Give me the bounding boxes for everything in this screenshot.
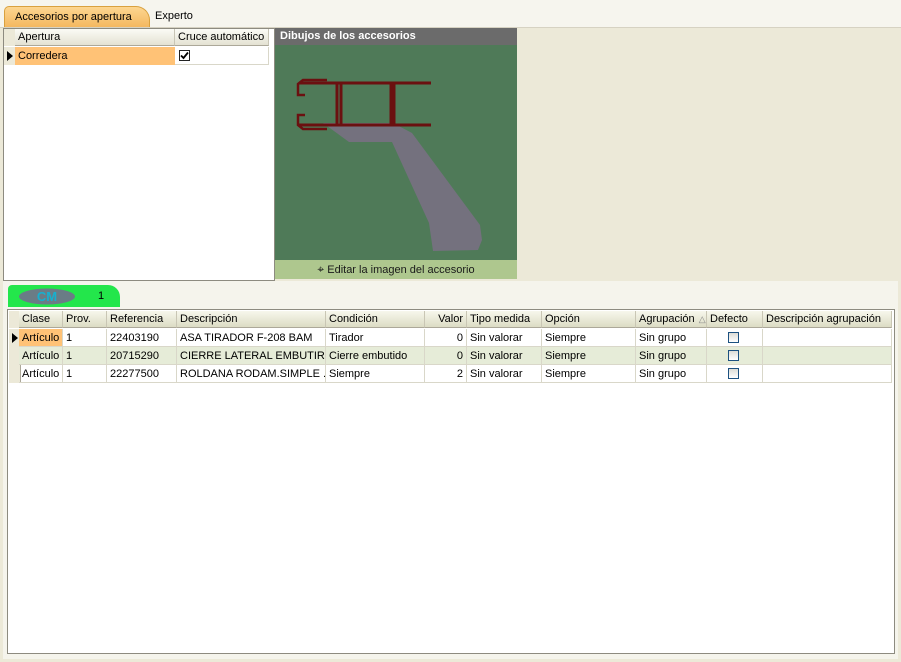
cell-descripcion-agrupacion[interactable] [763, 329, 892, 347]
cell-agrupacion[interactable]: Sin grupo [636, 347, 707, 365]
cell-defecto[interactable] [707, 329, 763, 347]
tab-experto[interactable]: Experto [145, 6, 203, 26]
cell-agrupacion[interactable]: Sin grupo [636, 329, 707, 347]
cruce-automatico-checkbox[interactable] [179, 50, 190, 61]
cell-valor[interactable]: 0 [425, 347, 467, 365]
cell-opcion[interactable]: Siempre [542, 365, 636, 383]
cell-descripcion-agrupacion[interactable] [763, 347, 892, 365]
group-count: 1 [98, 290, 105, 302]
cell-defecto[interactable] [707, 365, 763, 383]
cell-descripcion[interactable]: ASA TIRADOR F-208 BAM [177, 329, 326, 347]
cm-logo-icon: CM [19, 288, 75, 305]
current-row-arrow-icon [7, 51, 13, 61]
column-header-agrupacion[interactable]: Agrupación △ [636, 311, 707, 328]
accessory-drawing [296, 78, 482, 251]
cell-opcion[interactable]: Siempre [542, 347, 636, 365]
cell-descripcion[interactable]: CIERRE LATERAL EMBUTIR... [177, 347, 326, 365]
cell-referencia[interactable]: 20715290 [107, 347, 177, 365]
column-header-prov[interactable]: Prov. [63, 311, 107, 328]
current-row-arrow-icon [12, 333, 18, 343]
cell-condicion[interactable]: Siempre [326, 365, 425, 383]
cell-prov[interactable]: 1 [63, 329, 107, 347]
defecto-checkbox[interactable] [728, 332, 739, 343]
cell-referencia[interactable]: 22403190 [107, 329, 177, 347]
drawing-panel-title: Dibujos de los accesorios [275, 28, 517, 45]
cell-defecto[interactable] [707, 347, 763, 365]
group-tab-cm[interactable]: CM 1 [8, 285, 120, 307]
cell-clase[interactable]: Artículo [19, 365, 63, 383]
tab-accesorios-por-apertura[interactable]: Accesorios por apertura [4, 6, 150, 27]
cell-prov[interactable]: 1 [63, 365, 107, 383]
cell-opcion[interactable]: Siempre [542, 329, 636, 347]
column-header-defecto[interactable]: Defecto [707, 311, 763, 328]
cell-tipo-medida[interactable]: Sin valorar [467, 329, 542, 347]
cursor-icon: ⌖ [317, 262, 325, 276]
defecto-checkbox[interactable] [728, 350, 739, 361]
column-header-clase[interactable]: Clase [19, 311, 63, 328]
cell-condicion[interactable]: Cierre embutido [326, 347, 425, 365]
cell-tipo-medida[interactable]: Sin valorar [467, 365, 542, 383]
cell-valor[interactable]: 2 [425, 365, 467, 383]
apertura-cell[interactable]: Corredera [15, 47, 175, 65]
cell-clase[interactable]: Artículo [19, 347, 63, 365]
column-header-descripcion-agrupacion[interactable]: Descripción agrupación [763, 311, 892, 328]
column-header-condicion[interactable]: Condición [326, 311, 425, 328]
column-header-opcion[interactable]: Opción [542, 311, 636, 328]
column-header-descripcion[interactable]: Descripción [177, 311, 326, 328]
cell-descripcion[interactable]: ROLDANA RODAM.SIMPLE ... [177, 365, 326, 383]
check-icon [180, 51, 189, 60]
column-header-agrupacion-label: Agrupación [639, 313, 695, 325]
cell-agrupacion[interactable]: Sin grupo [636, 365, 707, 383]
accesorios-grid: Clase Prov. Referencia Descripción Condi… [7, 309, 895, 654]
edit-image-label: Editar la imagen del accesorio [327, 264, 475, 276]
cell-valor[interactable]: 0 [425, 329, 467, 347]
cell-descripcion-agrupacion[interactable] [763, 365, 892, 383]
column-header-tipo-medida[interactable]: Tipo medida [467, 311, 542, 328]
column-header-referencia[interactable]: Referencia [107, 311, 177, 328]
apertura-grid: Apertura Cruce automático Corredera [3, 28, 275, 281]
cell-prov[interactable]: 1 [63, 347, 107, 365]
column-header-valor[interactable]: Valor [425, 311, 467, 328]
cm-logo-text: CM [37, 289, 57, 304]
cell-condicion[interactable]: Tirador [326, 329, 425, 347]
defecto-checkbox[interactable] [728, 368, 739, 379]
column-header-cruce-automatico[interactable]: Cruce automático [175, 29, 269, 46]
column-header-apertura[interactable]: Apertura [15, 29, 175, 46]
edit-image-button[interactable]: ⌖ Editar la imagen del accesorio [275, 260, 517, 279]
cruce-automatico-cell[interactable] [175, 47, 269, 65]
cell-clase[interactable]: Artículo [19, 329, 63, 347]
cell-tipo-medida[interactable]: Sin valorar [467, 347, 542, 365]
cell-referencia[interactable]: 22277500 [107, 365, 177, 383]
sort-ascending-icon: △ [698, 314, 706, 324]
accessory-drawing-panel: Dibujos de los accesorios ⌖ Editar la im… [275, 28, 517, 279]
